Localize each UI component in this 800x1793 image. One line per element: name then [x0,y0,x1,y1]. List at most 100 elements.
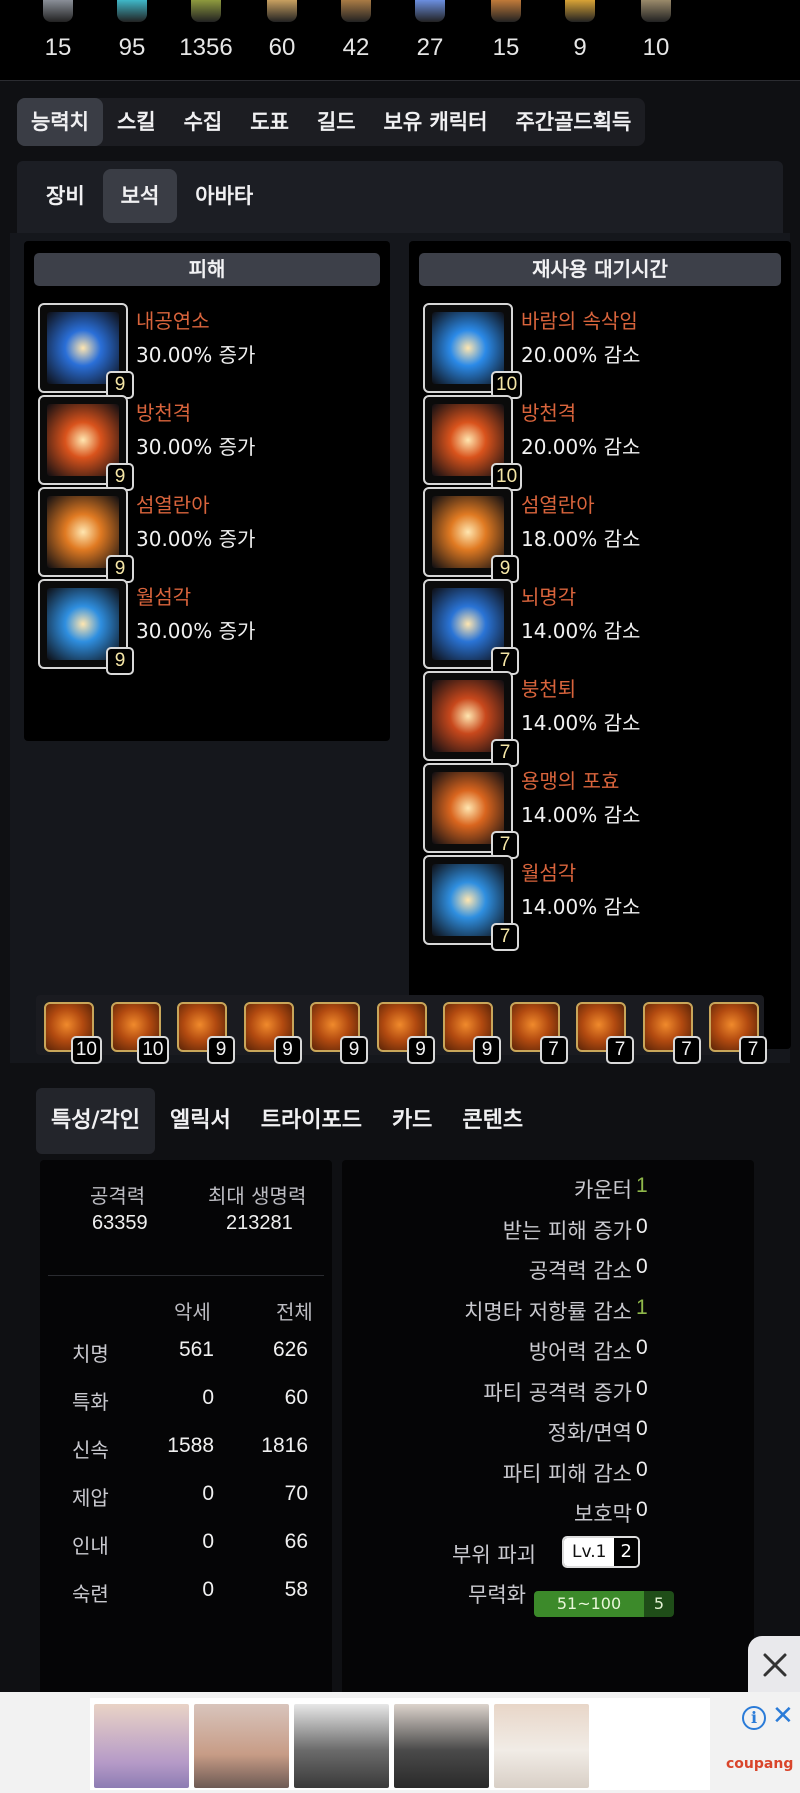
gem-item[interactable]: 9 섬열란아 30.00% 증가 [38,487,398,583]
ad-banner[interactable]: i ✕ coupang [0,1692,800,1793]
gem-frame: 7 [423,579,519,675]
gem-item[interactable]: 7 붕천퇴 14.00% 감소 [423,671,783,767]
tab-traits-engravings[interactable]: 특성/각인 [36,1088,155,1154]
stat-accessory-value: 0 [202,1530,214,1553]
gem-slot[interactable]: 7 [576,1002,634,1064]
gem-slot[interactable]: 9 [243,1002,302,1064]
gem-slot[interactable]: 9 [177,1002,235,1064]
gem-frame: 10 [423,395,523,491]
gem-slot[interactable]: 7 [642,1002,701,1064]
effect-label: 카운터 [574,1178,632,1202]
gem-slot[interactable]: 9 [310,1002,368,1064]
gem-item[interactable]: 7 월섬각 14.00% 감소 [423,855,783,951]
ad-product-image[interactable] [494,1704,589,1788]
resource-item: 15 [476,0,536,62]
tab-guild[interactable]: 길드 [303,98,370,146]
ad-product-image[interactable] [194,1704,289,1788]
stat-label: 제압 [72,1486,109,1510]
gem-slot-level: 7 [606,1036,634,1064]
gem-level-badge: 7 [491,923,519,951]
gem-frame: 9 [38,303,134,399]
gem-slot-level: 7 [539,1036,568,1064]
ad-product-image[interactable] [94,1704,189,1788]
effect-row: 보호막 0 [342,1498,754,1538]
gem-item[interactable]: 7 뇌명각 14.00% 감소 [423,579,783,675]
stat-accessory-value: 1588 [167,1434,214,1457]
ad-product-image[interactable] [394,1704,489,1788]
gem-item[interactable]: 10 바람의 속삭임 20.00% 감소 [423,303,783,399]
gem-slot-level: 9 [340,1036,368,1064]
gem-effect: 14.00% 감소 [521,711,641,735]
resource-count: 42 [342,34,370,61]
gem-item[interactable]: 7 용맹의 포효 14.00% 감소 [423,763,783,859]
col-accessory-header: 악세 [174,1300,211,1324]
tab-cards[interactable]: 카드 [377,1088,447,1154]
resource-item: 9 [550,0,610,62]
gem-item[interactable]: 9 섬열란아 18.00% 감소 [423,487,783,583]
tab-collection[interactable]: 수집 [170,98,237,146]
effect-value: 0 [636,1255,648,1278]
stagger-range: 51~100 [556,1594,622,1613]
gem-slot[interactable]: 10 [44,1002,102,1064]
gem-item[interactable]: 9 방천격 30.00% 증가 [38,395,398,491]
gem-frame: 7 [423,671,519,767]
tab-gems[interactable]: 보석 [102,169,178,223]
gem-item[interactable]: 9 내공연소 30.00% 증가 [38,303,398,399]
close-ad-tab[interactable] [748,1636,800,1694]
effect-row: 부위 파괴 Lv.1 2 [342,1535,754,1579]
effect-value: 1 [636,1174,648,1197]
gem-effect: 30.00% 증가 [136,435,256,459]
gem-effect: 14.00% 감소 [521,895,641,919]
gem-item[interactable]: 10 방천격 20.00% 감소 [423,395,783,491]
resource-count: 60 [268,34,296,61]
stat-summary: 공격력 63359 최대 생명력 213281 악세 전체 치명 561 626 특화… [40,1160,332,1710]
effect-label: 파티 피해 감소 [502,1461,632,1486]
gem-effect: 30.00% 증가 [136,619,256,643]
gem-skill-name: 내공연소 [136,309,210,333]
main-tabs: 능력치 스킬 수집 도표 길드 보유 캐릭터 주간골드획득 [17,98,646,146]
effect-value: 0 [636,1417,648,1440]
tab-elixir[interactable]: 엘릭서 [155,1088,246,1154]
gem-slot[interactable]: 10 [110,1002,169,1064]
effect-row: 무력화 51~100 5 [342,1579,754,1619]
gem-effect: 14.00% 감소 [521,803,641,827]
tab-owned-characters[interactable]: 보유 캐릭터 [370,98,502,146]
tab-skills[interactable]: 스킬 [103,98,170,146]
resource-bar: 15 95 1356 60 42 27 15 9 10 [0,0,800,78]
gem-frame: 10 [423,303,523,399]
tab-content[interactable]: 콘텐츠 [447,1088,538,1154]
tab-charts[interactable]: 도표 [236,98,303,146]
gem-skill-name: 월섬각 [521,861,577,885]
gem-slot[interactable]: 7 [709,1002,767,1064]
gem-slot[interactable]: 7 [509,1002,568,1064]
stat-label: 치명 [72,1342,109,1366]
stat-row: 숙련 0 58 [40,1578,332,1618]
stat-label: 특화 [72,1390,109,1414]
ad-content[interactable]: i ✕ coupang [90,1698,794,1790]
ad-info-icon[interactable]: i [742,1706,766,1730]
tab-tripod[interactable]: 트라이포드 [246,1088,377,1154]
gem-frame: 9 [423,487,519,583]
gem-slot[interactable]: 9 [443,1002,501,1064]
tab-equipment[interactable]: 장비 [28,169,103,223]
attack-value: 63359 [92,1212,148,1234]
gem-frame: 7 [423,763,519,859]
tab-avatar[interactable]: 아바타 [177,169,271,223]
ad-brand-logo: coupang [726,1756,794,1772]
ad-close-icon[interactable]: ✕ [772,1702,794,1730]
effect-label: 공격력 감소 [528,1259,632,1283]
effect-value: 0 [636,1376,648,1400]
crystal-flower-icon [415,0,445,22]
tab-weekly-gold[interactable]: 주간골드획득 [501,98,645,146]
effect-label: 부위 파괴 [452,1542,536,1567]
gem-slot-level: 9 [406,1036,435,1064]
effect-label: 방어력 감소 [528,1340,632,1364]
effect-label: 무력화 [468,1583,526,1607]
gem-slot[interactable]: 9 [376,1002,435,1064]
stat-total-value: 70 [284,1482,308,1505]
gem-item[interactable]: 9 월섬각 30.00% 증가 [38,579,398,675]
gem-slot-level: 10 [137,1036,169,1064]
tab-stats[interactable]: 능력치 [17,98,103,146]
ad-product-image[interactable] [294,1704,389,1788]
gem-skill-name: 섬열란아 [521,493,595,517]
